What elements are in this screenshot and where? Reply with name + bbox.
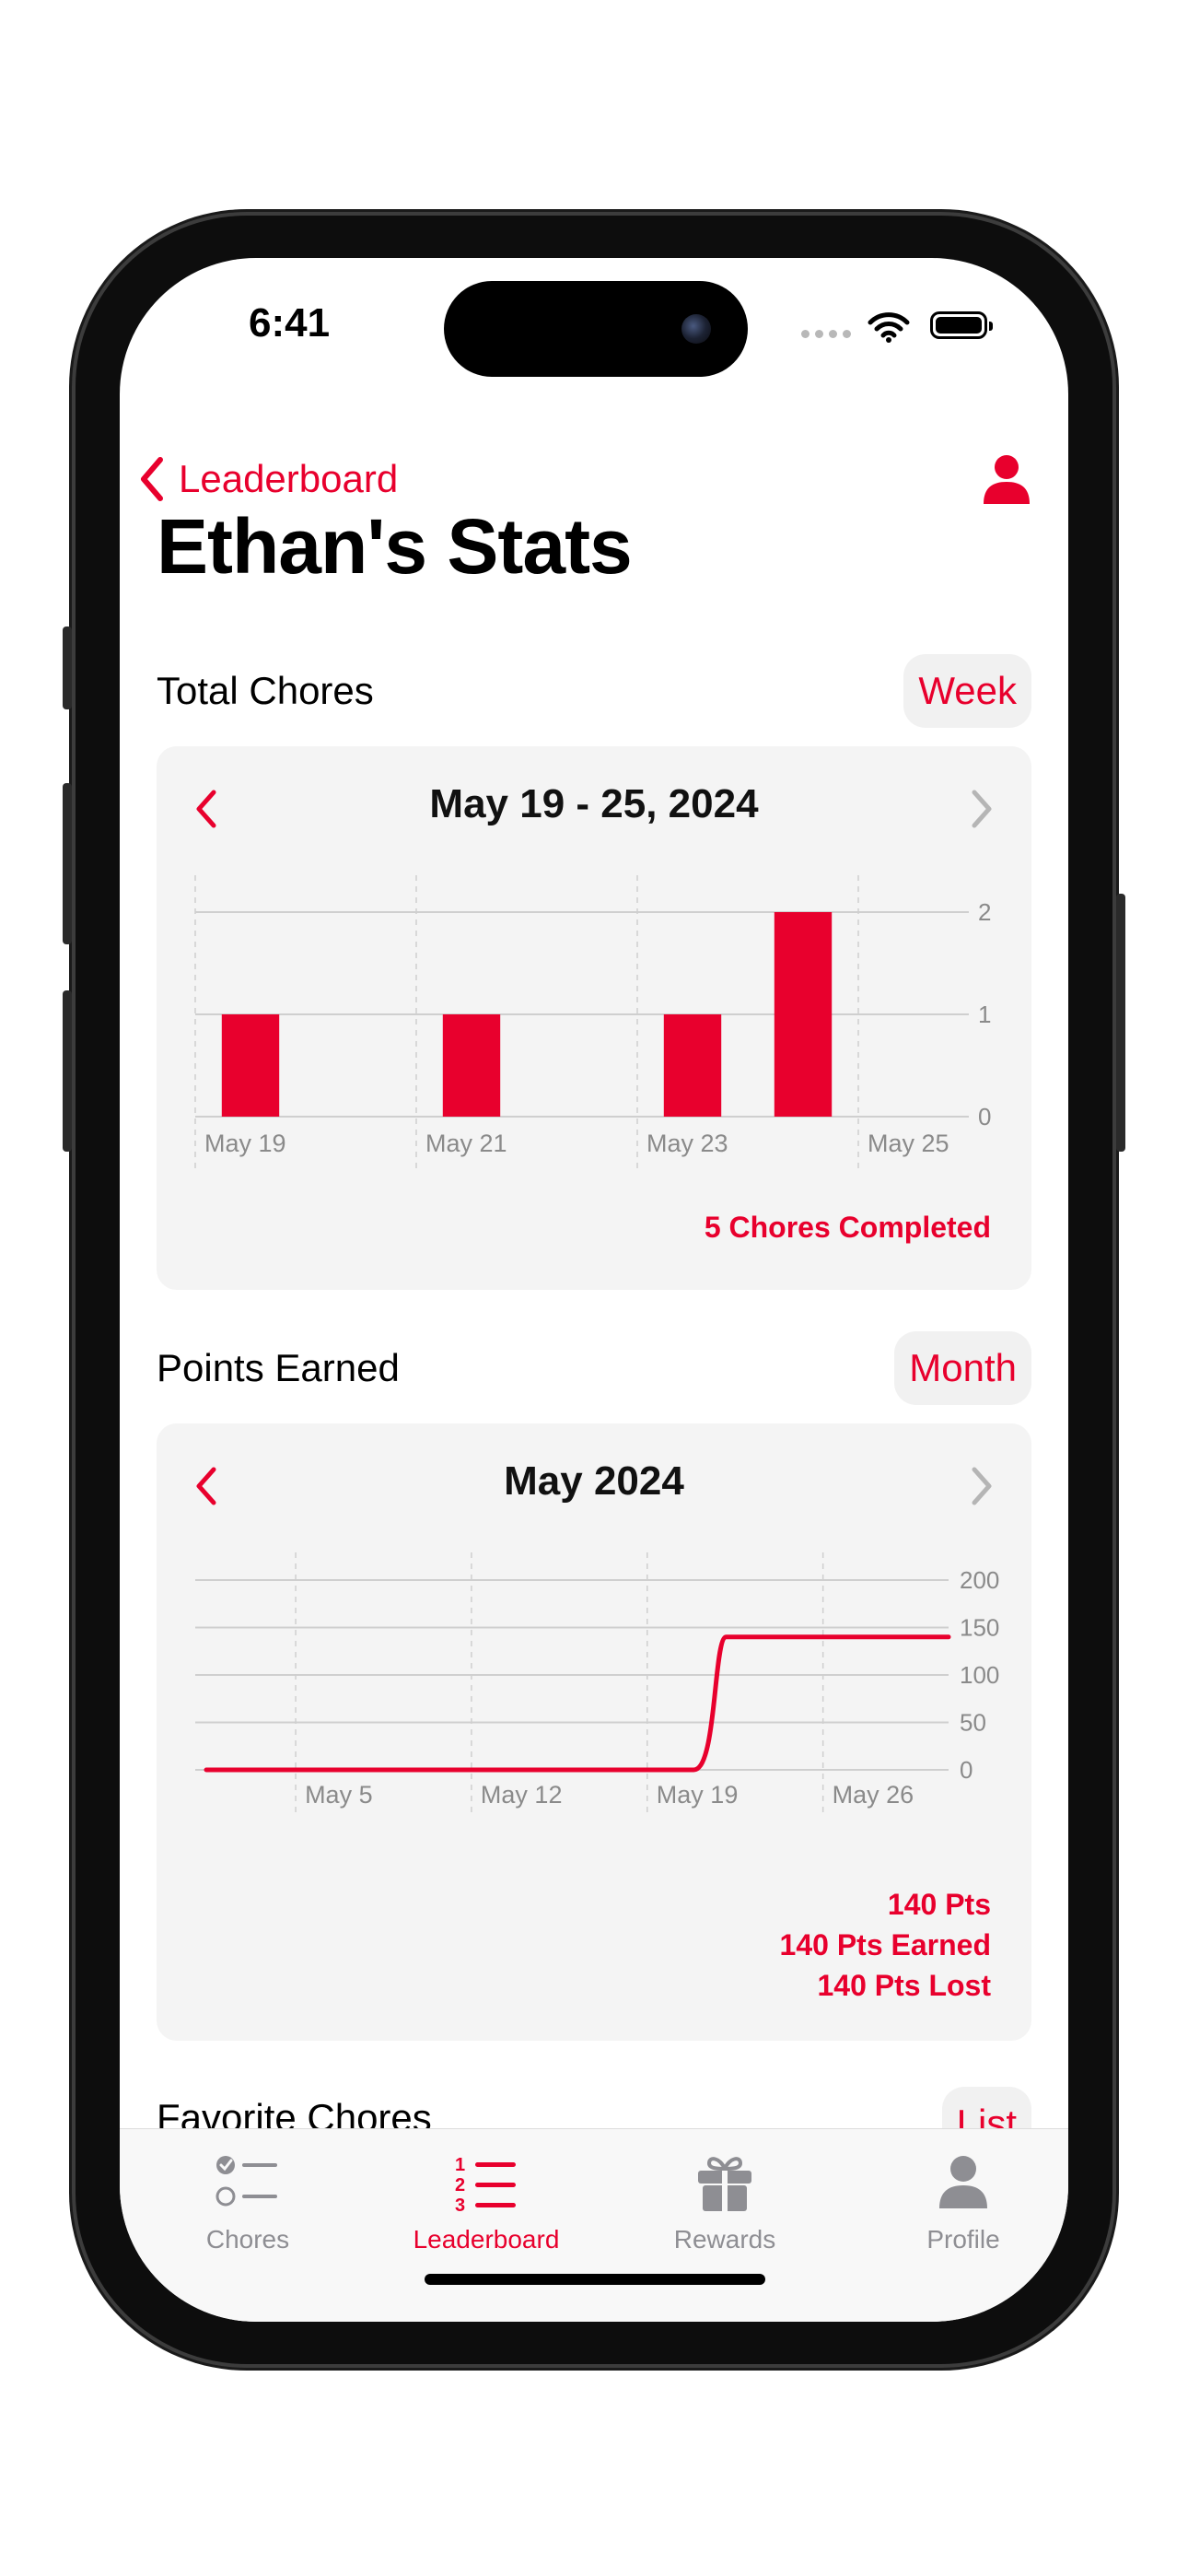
chevron-left-icon xyxy=(141,457,163,501)
y-tick-label: 50 xyxy=(960,1709,986,1737)
dynamic-island xyxy=(444,281,748,377)
tab-label: Leaderboard xyxy=(413,2225,560,2254)
points-lost-total: 140 Pts Lost xyxy=(817,1969,991,2002)
camera-icon xyxy=(681,314,711,344)
svg-text:1: 1 xyxy=(455,2155,465,2175)
signal-icon xyxy=(801,330,851,338)
points-earned-line-chart: 0 50 100 150 200 May 5 May 12 May 19 May 26 xyxy=(195,1552,999,1816)
person-icon xyxy=(939,2156,987,2208)
back-button[interactable]: Leaderboard xyxy=(138,456,398,502)
month-range-button[interactable]: Month xyxy=(894,1331,1031,1405)
tab-label: Rewards xyxy=(673,2225,776,2254)
tab-leaderboard[interactable]: 1 2 3 Leaderboard xyxy=(376,2146,597,2254)
chart-bar xyxy=(221,1014,280,1117)
checklist-icon xyxy=(215,2156,277,2207)
svg-text:2: 2 xyxy=(455,2175,465,2195)
points-earned-period-nav: May 2024 xyxy=(157,1446,1031,1519)
home-indicator xyxy=(425,2274,765,2285)
week-range-button[interactable]: Week xyxy=(903,654,1031,728)
x-tick-label: May 26 xyxy=(833,1781,914,1809)
x-tick-label: May 25 xyxy=(868,1130,949,1157)
points-earned-period: May 2024 xyxy=(504,1458,684,1504)
total-chores-card: May 19 - 25, 2024 0 1 2 May 19 May 21 May 23 M… xyxy=(157,746,1031,1290)
phone-frame: 6:41 Leaderboard Ethan's Stats Total Cho… xyxy=(63,212,1125,2368)
back-button-label: Leaderboard xyxy=(179,457,399,500)
tab-profile[interactable]: Profile xyxy=(853,2146,1068,2254)
y-tick-label: 200 xyxy=(960,1566,999,1594)
person-icon xyxy=(984,455,1030,504)
volume-up-button xyxy=(63,783,72,944)
wifi-icon xyxy=(868,312,910,343)
status-time: 6:41 xyxy=(249,300,331,345)
points-summary: 140 Pts 140 Pts Earned 140 Pts Lost xyxy=(780,1884,991,2006)
points-earned-card: May 2024 0 50 100 150 200 May 5 May 12 May 19 Ma… xyxy=(157,1423,1031,2041)
gift-icon xyxy=(698,2157,751,2211)
points-total: 140 Pts xyxy=(887,1888,991,1921)
y-tick-label: 0 xyxy=(978,1103,991,1130)
total-chores-period: May 19 - 25, 2024 xyxy=(429,781,759,826)
chart-bar xyxy=(774,912,833,1117)
y-tick-label: 100 xyxy=(960,1661,999,1689)
volume-down-button xyxy=(63,990,72,1152)
tab-label: Profile xyxy=(926,2225,1000,2254)
points-earned-header: Points Earned Month xyxy=(157,1331,1031,1405)
svg-text:3: 3 xyxy=(455,2195,465,2213)
profile-button[interactable] xyxy=(982,454,1031,510)
total-chores-bar-chart: 0 1 2 May 19 May 21 May 23 May 25 xyxy=(194,875,991,1172)
y-tick-label: 1 xyxy=(978,1001,991,1028)
page-title: Ethan's Stats xyxy=(157,503,633,590)
x-tick-label: May 19 xyxy=(204,1130,286,1157)
total-chores-header: Total Chores Week xyxy=(157,654,1031,728)
battery-icon xyxy=(930,311,993,339)
x-tick-label: May 5 xyxy=(305,1781,373,1809)
chart-bar xyxy=(663,1014,722,1117)
screen: 6:41 Leaderboard Ethan's Stats Total Cho… xyxy=(120,258,1068,2322)
y-tick-label: 2 xyxy=(978,898,991,926)
x-tick-label: May 19 xyxy=(657,1781,739,1809)
y-tick-label: 150 xyxy=(960,1614,999,1642)
y-tick-label: 0 xyxy=(960,1756,973,1784)
chevron-right-icon[interactable] xyxy=(967,1466,995,1506)
tab-bar: Chores 1 2 3 Leaderboard Rewards Profile xyxy=(120,2128,1068,2322)
x-tick-label: May 21 xyxy=(425,1130,507,1157)
chores-completed-summary: 5 Chores Completed xyxy=(704,1211,991,1244)
points-series-line xyxy=(204,1634,951,1773)
points-earned-total: 140 Pts Earned xyxy=(779,1928,991,1961)
total-chores-period-nav: May 19 - 25, 2024 xyxy=(157,768,1031,842)
silent-switch xyxy=(63,626,72,709)
total-chores-title: Total Chores xyxy=(157,669,374,712)
tab-label: Chores xyxy=(205,2225,290,2254)
tab-rewards[interactable]: Rewards xyxy=(614,2146,835,2254)
chevron-right-icon[interactable] xyxy=(967,789,995,829)
power-button xyxy=(1116,894,1125,1152)
x-tick-label: May 12 xyxy=(481,1781,563,1809)
chart-bar xyxy=(442,1014,501,1117)
x-tick-label: May 23 xyxy=(646,1130,728,1157)
numbered-list-icon: 1 2 3 xyxy=(455,2155,516,2213)
points-earned-title: Points Earned xyxy=(157,1346,400,1389)
tab-chores[interactable]: Chores xyxy=(137,2146,358,2254)
